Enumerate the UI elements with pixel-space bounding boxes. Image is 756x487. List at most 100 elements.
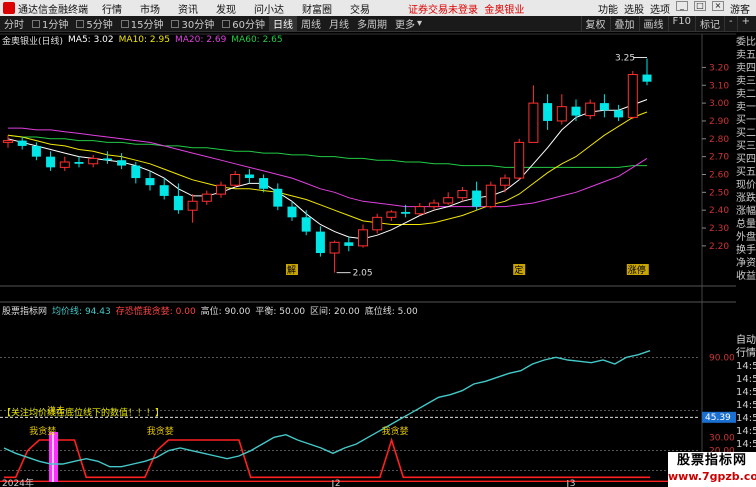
- menu-item-faxian[interactable]: 发现: [216, 1, 236, 16]
- indicator-tick-label: 30.00: [709, 433, 735, 443]
- sidepanel-top-item: 卖五: [736, 50, 756, 61]
- menu-item-gongneng[interactable]: 功能: [598, 1, 618, 16]
- event-marker-label: 解: [287, 264, 296, 276]
- price-tick-label: 3.20: [709, 63, 729, 73]
- candle-body-up: [556, 106, 567, 122]
- greed-signal-line: [4, 437, 650, 479]
- candle-body-up: [485, 184, 496, 208]
- menu-item-xuanxiang[interactable]: 选项: [650, 1, 670, 16]
- sidepanel-bottom-item: 14:5: [736, 361, 756, 372]
- sidepanel-top-item: 卖一: [736, 102, 756, 113]
- tab-period-30min[interactable]: 30分钟: [167, 16, 218, 31]
- checkbox-icon: [120, 19, 129, 28]
- sidepanel-top-item: 委比: [736, 37, 756, 48]
- tab-period-5min[interactable]: 5分钟: [72, 16, 116, 31]
- candle-body-down: [543, 103, 553, 121]
- chart-labels: 3.20 3.10 3.00 2.90 2.80 2.70 2.60 2.50 2.40 2.30…: [2, 53, 736, 487]
- candle-body-down: [31, 145, 41, 157]
- minimize-button[interactable]: _: [676, 0, 688, 11]
- date-label: 2: [335, 479, 341, 487]
- event-marker-label: 定: [514, 264, 523, 276]
- checkbox-icon: [32, 19, 40, 28]
- sidepanel-top-item: 涨跌: [736, 193, 756, 204]
- candle-body-up: [528, 102, 539, 143]
- stock-link: 金奥银业: [484, 4, 525, 16]
- price-tick-label: 2.90: [709, 117, 729, 127]
- ma60-line: [7, 134, 647, 168]
- candle-body-down: [401, 211, 411, 214]
- chart-grid: [0, 33, 736, 487]
- sidepanel-top-item: 卖四: [736, 63, 756, 74]
- tab-period-week[interactable]: 周线: [297, 16, 325, 31]
- sidepanel-top-item: 涨幅: [736, 206, 756, 217]
- sidepanel-bottom-item: 14:5: [736, 387, 756, 398]
- candles: [3, 58, 652, 273]
- tab-period-more[interactable]: 更多 ▾: [391, 16, 426, 31]
- price-tick-label: 2.70: [709, 153, 729, 163]
- biaoji-button[interactable]: 标记: [695, 16, 724, 31]
- maximize-button[interactable]: □: [694, 0, 706, 11]
- price-tick-label: 3.00: [709, 99, 729, 109]
- sidepanel-top-item: 买三: [736, 141, 756, 152]
- checkbox-icon: [171, 19, 180, 28]
- app-title: 通达信金融终端: [18, 4, 88, 16]
- sidepanel-top-item: 现价: [736, 180, 756, 191]
- chart-canvas[interactable]: 3.20 3.10 3.00 2.90 2.80 2.70 2.60 2.50 2.40 2.30…: [0, 32, 736, 487]
- price-tick-label: 2.20: [709, 242, 729, 252]
- quote-sidepanel: 委比 卖五 卖四 卖三 卖二 卖一 买一 买二 买三 买四 买五 现价 涨跌 涨幅 总量 外盘 换手 净资 收益: [736, 36, 756, 283]
- menu-item-xuangu[interactable]: 选股: [624, 1, 644, 16]
- menu-item-caifuquan[interactable]: 财富圈: [302, 1, 332, 16]
- app-logo-icon: [3, 2, 15, 14]
- menu-item-zixun[interactable]: 资讯: [178, 1, 198, 16]
- zoom-out-button[interactable]: -: [724, 16, 737, 31]
- close-button[interactable]: ×: [712, 0, 724, 11]
- sidepanel-bottom-item: 自动: [736, 335, 756, 346]
- candle-body-down: [102, 158, 112, 161]
- price-tick-label: 2.40: [709, 206, 729, 216]
- event-marker-label: 涨停: [628, 264, 646, 276]
- tab-period-day[interactable]: 日线: [268, 16, 297, 31]
- huaxian-button[interactable]: 画线: [638, 16, 668, 31]
- price-tick-label: 2.30: [709, 224, 729, 234]
- tab-period-multi[interactable]: 多周期: [353, 16, 391, 31]
- menu-item-wenxiaoda[interactable]: 问小达: [254, 1, 284, 16]
- candle-body-up: [358, 229, 368, 247]
- tab-period-fenshi[interactable]: 分时: [0, 16, 28, 31]
- candle-body-up: [514, 141, 525, 179]
- zoom-in-button[interactable]: +: [736, 16, 754, 31]
- user-label[interactable]: 游客: [730, 1, 750, 16]
- sidepanel-bottom-item: 14:5: [736, 400, 756, 411]
- candle-body-up: [216, 184, 226, 195]
- menu-item-jiaoyi[interactable]: 交易: [350, 1, 370, 16]
- fuquan-button[interactable]: 复权: [580, 16, 610, 31]
- menu-item-hangqing[interactable]: 行情: [102, 1, 122, 16]
- sidepanel-top-item: 换手: [736, 245, 756, 256]
- sidepanel-top-item: 买二: [736, 128, 756, 139]
- candle-body-down: [46, 156, 56, 168]
- candle-body-down: [244, 174, 254, 179]
- trade-login-notice[interactable]: 证券交易未登录 金奥银业: [408, 1, 524, 16]
- tab-period-60min[interactable]: 60分钟: [218, 16, 269, 31]
- sidepanel-top-item: 收益: [736, 271, 756, 282]
- greed-marker-label: 我贪婪: [382, 425, 409, 437]
- candle-body-up: [457, 190, 468, 199]
- greed-marker-label: 我贪婪: [29, 425, 56, 437]
- candle-body-down: [614, 110, 624, 118]
- candle-body-up: [500, 177, 510, 186]
- diejia-button[interactable]: 叠加: [609, 16, 639, 31]
- tab-period-1min[interactable]: 1分钟: [28, 16, 72, 31]
- candle-body-up: [88, 157, 99, 165]
- sidepanel-bottom-item: 14:5: [736, 413, 756, 424]
- candle-body-up: [627, 74, 638, 118]
- date-label: 2024年: [2, 477, 34, 487]
- tab-period-month[interactable]: 月线: [325, 16, 353, 31]
- candle-body-up: [3, 140, 13, 143]
- f10-button[interactable]: F10: [667, 16, 695, 31]
- tab-period-15min[interactable]: 15分钟: [117, 16, 168, 31]
- sidepanel-top-item: 买四: [736, 154, 756, 165]
- price-tick-label: 3.10: [709, 81, 729, 91]
- candle-body-down: [173, 195, 183, 211]
- menu-item-shichang[interactable]: 市场: [140, 1, 160, 16]
- checkbox-icon: [222, 19, 231, 28]
- candle-body-down: [159, 185, 169, 196]
